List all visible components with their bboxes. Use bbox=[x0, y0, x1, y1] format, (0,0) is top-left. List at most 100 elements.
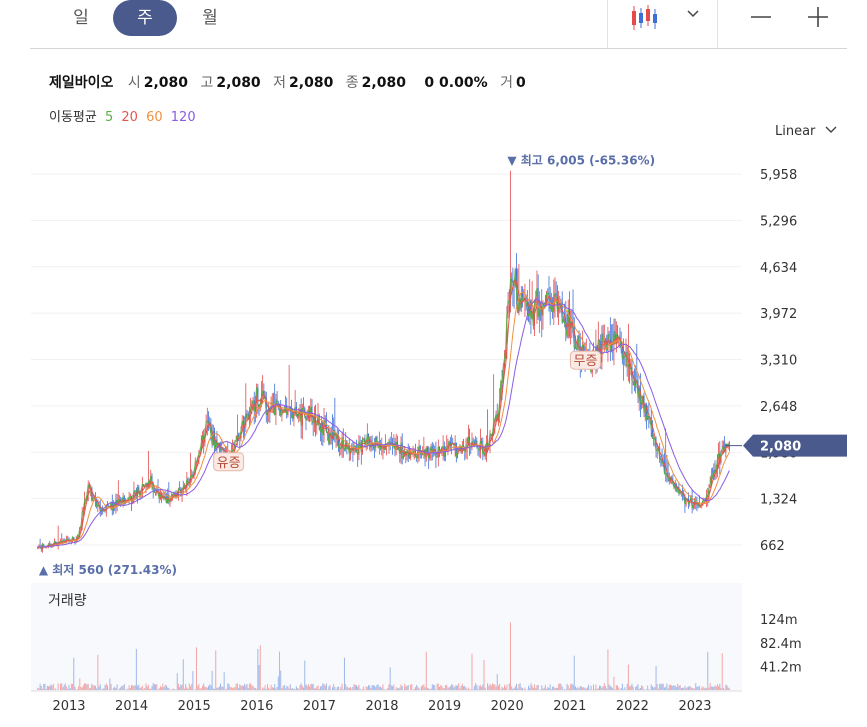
volume-bar bbox=[266, 683, 268, 690]
volume-bar bbox=[119, 688, 121, 690]
volume-bar bbox=[522, 688, 524, 690]
volume-bar bbox=[312, 684, 314, 690]
volume-bar bbox=[333, 684, 335, 690]
volume-bar bbox=[643, 689, 645, 690]
volume-bar bbox=[387, 687, 389, 690]
volume-bar bbox=[204, 686, 206, 690]
volume-bar bbox=[586, 687, 588, 690]
volume-bar bbox=[578, 688, 580, 690]
volume-bar bbox=[537, 685, 539, 690]
volume-bar bbox=[289, 684, 291, 690]
volume-bar bbox=[147, 684, 149, 690]
volume-bar bbox=[506, 684, 508, 690]
volume-bar bbox=[292, 688, 294, 690]
volume-bar bbox=[241, 685, 243, 690]
volume-bar bbox=[152, 683, 154, 690]
volume-bar bbox=[577, 686, 579, 690]
volume-bar bbox=[87, 683, 89, 690]
volume-bar bbox=[40, 686, 42, 690]
volume-bar bbox=[206, 687, 208, 690]
volume-bar bbox=[727, 687, 729, 690]
volume-bar bbox=[76, 689, 78, 690]
volume-bar bbox=[530, 683, 532, 690]
volume-bar bbox=[553, 686, 555, 690]
volume-bar bbox=[139, 688, 141, 690]
volume-bar bbox=[304, 660, 306, 690]
volume-bar bbox=[460, 685, 462, 690]
volume-bar bbox=[617, 685, 619, 690]
volume-bar bbox=[550, 689, 552, 690]
volume-bar bbox=[354, 685, 356, 690]
volume-bar bbox=[605, 685, 607, 690]
volume-bar bbox=[611, 686, 613, 690]
volume-bar bbox=[708, 687, 710, 690]
volume-bar bbox=[377, 684, 379, 690]
volume-bar bbox=[315, 688, 317, 690]
volume-bar bbox=[210, 685, 212, 690]
volume-bar bbox=[694, 688, 696, 690]
volume-bar bbox=[459, 688, 461, 690]
volume-bar bbox=[281, 688, 283, 690]
volume-bar bbox=[471, 653, 473, 690]
volume-bar bbox=[176, 673, 178, 690]
volume-bar bbox=[464, 685, 466, 690]
volume-bar bbox=[546, 688, 548, 690]
volume-bar bbox=[552, 686, 554, 690]
volume-bar bbox=[240, 685, 242, 690]
volume-bar bbox=[150, 688, 152, 690]
moving-average-line bbox=[37, 269, 730, 551]
volume-bar bbox=[372, 685, 374, 690]
volume-bar bbox=[62, 687, 64, 690]
volume-bar bbox=[376, 684, 378, 690]
volume-bar bbox=[242, 685, 244, 690]
time-tick-label: 2020 bbox=[491, 699, 524, 714]
volume-bar bbox=[707, 651, 709, 690]
volume-bar bbox=[347, 687, 349, 690]
volume-bar bbox=[258, 664, 260, 690]
volume-bar bbox=[503, 684, 505, 690]
volume-bar bbox=[72, 683, 74, 690]
volume-bar bbox=[61, 683, 63, 690]
volume-bar bbox=[384, 689, 386, 690]
volume-bar bbox=[688, 686, 690, 690]
volume-bar bbox=[368, 685, 370, 690]
volume-bar bbox=[316, 686, 318, 690]
volume-bar bbox=[454, 685, 456, 690]
volume-bar bbox=[401, 686, 403, 690]
volume-bar bbox=[668, 685, 670, 690]
volume-bar bbox=[650, 684, 652, 690]
max-price-marker: ▼ 최고 6,005 (-65.36%) bbox=[507, 153, 655, 168]
volume-bar bbox=[286, 686, 288, 690]
volume-bar bbox=[655, 666, 657, 690]
volume-bar bbox=[673, 685, 675, 690]
volume-bar bbox=[659, 683, 661, 690]
volume-bar bbox=[183, 688, 185, 690]
volume-bar bbox=[512, 688, 514, 690]
volume-bar bbox=[232, 688, 234, 690]
volume-bar bbox=[363, 686, 365, 690]
volume-bar bbox=[395, 687, 397, 690]
volume-bar bbox=[607, 649, 609, 690]
volume-bar bbox=[247, 688, 249, 690]
volume-bar bbox=[653, 687, 655, 690]
volume-bar bbox=[595, 684, 597, 690]
volume-bar bbox=[126, 689, 128, 690]
volume-bar bbox=[222, 686, 224, 690]
volume-bar bbox=[238, 688, 240, 690]
volume-bar bbox=[383, 689, 385, 690]
volume-bar bbox=[343, 657, 345, 690]
volume-bar bbox=[514, 686, 516, 690]
price-chart[interactable]: 6621,3241,9862,6483,3103,9724,6345,2965,… bbox=[0, 0, 867, 727]
volume-bar bbox=[239, 684, 241, 690]
volume-bar bbox=[426, 687, 428, 690]
volume-bar bbox=[712, 686, 714, 690]
volume-bar bbox=[393, 684, 395, 690]
volume-bar bbox=[73, 657, 75, 690]
volume-bar bbox=[603, 683, 605, 690]
volume-bar bbox=[710, 686, 712, 690]
volume-bar bbox=[168, 687, 170, 690]
volume-bar bbox=[265, 689, 267, 690]
volume-bar bbox=[416, 685, 418, 690]
volume-bar bbox=[515, 683, 517, 690]
volume-bar bbox=[645, 689, 647, 690]
